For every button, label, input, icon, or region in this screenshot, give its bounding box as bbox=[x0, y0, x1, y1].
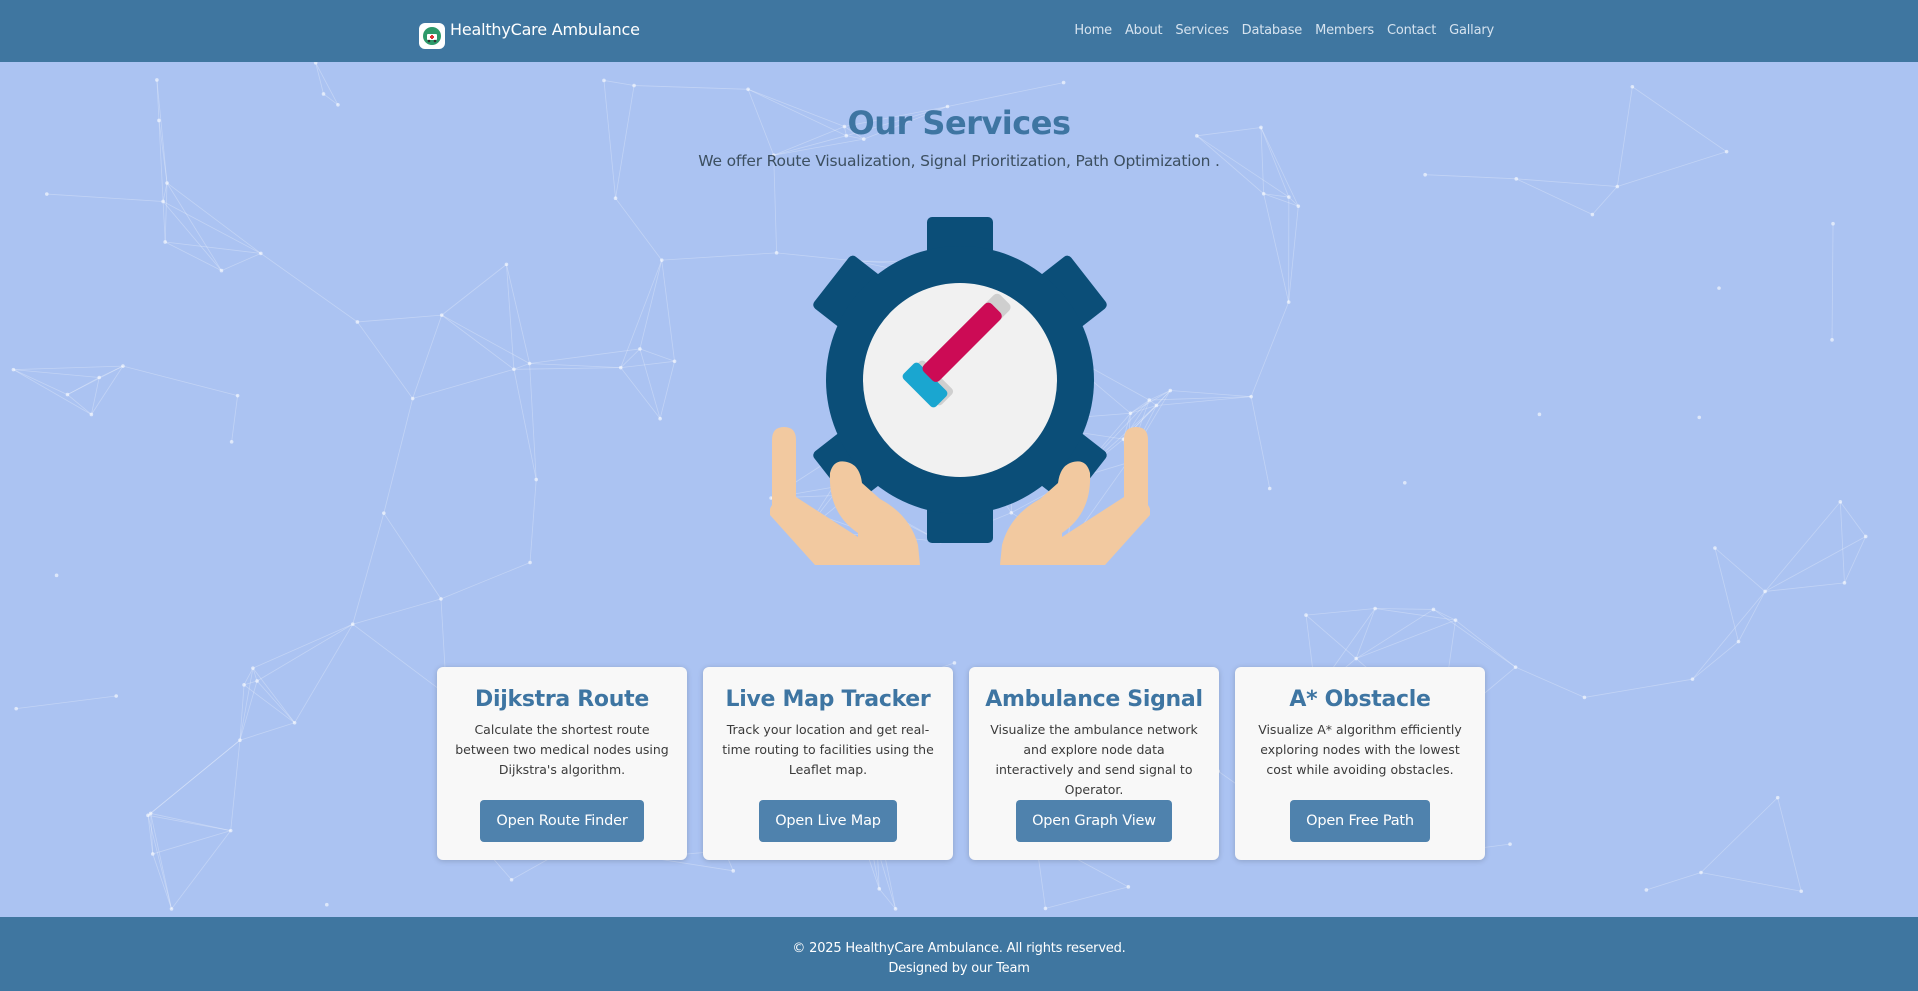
nav-link-contact[interactable]: Contact bbox=[1387, 23, 1436, 38]
brand-title: HealthyCare Ambulance bbox=[450, 19, 640, 39]
footer-copyright: © 2025 HealthyCare Ambulance. All rights… bbox=[792, 941, 1126, 956]
page-subtitle: We offer Route Visualization, Signal Pri… bbox=[698, 152, 1220, 170]
nav-link-members[interactable]: Members bbox=[1315, 23, 1374, 38]
card-ambulance-signal: Ambulance Signal Visualize the ambulance… bbox=[969, 667, 1219, 860]
open-live-map-button[interactable]: Open Live Map bbox=[759, 800, 897, 842]
card-a-star-obstacle: A* Obstacle Visualize A* algorithm effic… bbox=[1235, 667, 1485, 860]
card-title: Live Map Tracker bbox=[725, 687, 931, 712]
card-title: A* Obstacle bbox=[1289, 687, 1431, 712]
nav-links: Home About Services Database Members Con… bbox=[1061, 23, 1494, 38]
card-description: Track your location and get real-time ro… bbox=[722, 722, 934, 777]
card-title: Dijkstra Route bbox=[475, 687, 649, 712]
footer-credit: Designed by our Team bbox=[888, 961, 1030, 976]
gear-checkmark-hands-icon bbox=[770, 217, 1150, 565]
card-description: Visualize A* algorithm efficiently explo… bbox=[1258, 722, 1462, 777]
open-route-finder-button[interactable]: Open Route Finder bbox=[480, 800, 644, 842]
ambulance-logo-icon bbox=[419, 23, 445, 49]
nav-link-services[interactable]: Services bbox=[1175, 23, 1228, 38]
card-description: Calculate the shortest route between two… bbox=[455, 722, 669, 777]
card-live-map-tracker: Live Map Tracker Track your location and… bbox=[703, 667, 953, 860]
nav-link-database[interactable]: Database bbox=[1242, 23, 1303, 38]
service-cards: Dijkstra Route Calculate the shortest ro… bbox=[437, 667, 1485, 860]
card-title: Ambulance Signal bbox=[985, 687, 1203, 712]
brand[interactable]: HealthyCare Ambulance bbox=[419, 19, 640, 49]
card-description: Visualize the ambulance network and expl… bbox=[990, 722, 1198, 797]
open-graph-view-button[interactable]: Open Graph View bbox=[1016, 800, 1172, 842]
card-dijkstra-route: Dijkstra Route Calculate the shortest ro… bbox=[437, 667, 687, 860]
navbar: HealthyCare Ambulance Home About Service… bbox=[0, 0, 1918, 62]
page-title: Our Services bbox=[847, 104, 1071, 142]
nav-link-about[interactable]: About bbox=[1125, 23, 1163, 38]
nav-link-gallary[interactable]: Gallary bbox=[1449, 23, 1494, 38]
open-free-path-button[interactable]: Open Free Path bbox=[1290, 800, 1430, 842]
footer: © 2025 HealthyCare Ambulance. All rights… bbox=[0, 917, 1918, 991]
nav-link-home[interactable]: Home bbox=[1074, 23, 1112, 38]
